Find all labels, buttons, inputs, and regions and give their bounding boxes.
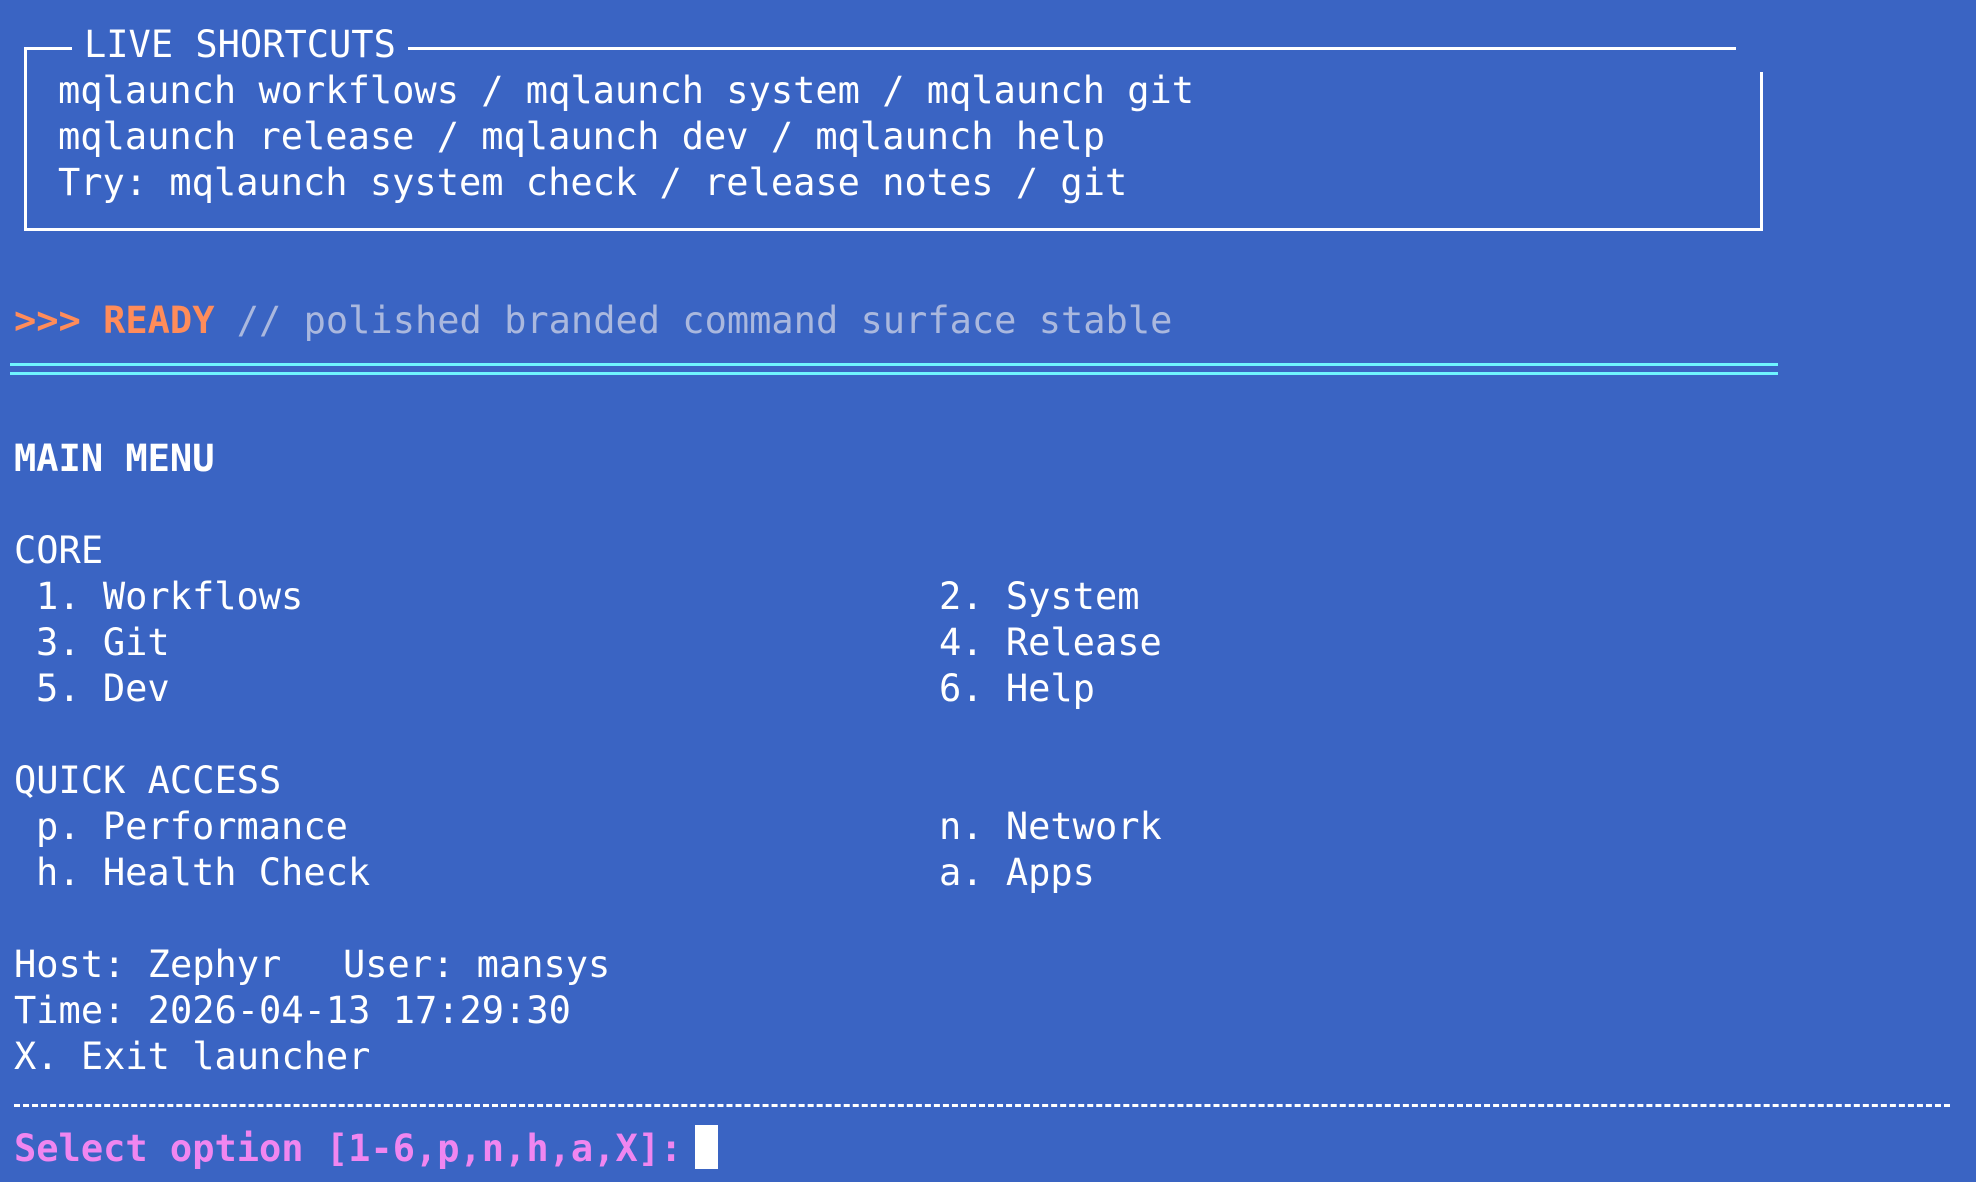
status-message: // polished branded command surface stab…: [236, 299, 1173, 342]
menu-item-exit[interactable]: X. Exit launcher: [14, 1034, 370, 1080]
status-word: READY: [103, 299, 215, 342]
time-value: 2026-04-13 17:29:30: [147, 989, 571, 1032]
menu-item-label: Exit launcher: [80, 1035, 371, 1078]
menu-item-dev[interactable]: 5. Dev: [36, 666, 170, 712]
menu-item-git[interactable]: 3. Git: [36, 620, 170, 666]
terminal-cursor[interactable]: [695, 1125, 718, 1169]
user-line: User: mansys: [343, 942, 610, 988]
menu-item-label: Network: [1005, 805, 1162, 848]
user-value: mansys: [476, 943, 611, 986]
menu-item-health-check[interactable]: h. Health Check: [36, 850, 370, 896]
menu-item-performance[interactable]: p. Performance: [36, 804, 348, 850]
menu-item-label: Workflows: [102, 575, 304, 618]
status-line: >>> READY // polished branded command su…: [14, 298, 1172, 344]
menu-item-network[interactable]: n. Network: [939, 804, 1162, 850]
quick-access-heading: QUICK ACCESS: [14, 759, 282, 802]
time-line: Time: 2026-04-13 17:29:30: [14, 988, 571, 1034]
menu-item-label: System: [1005, 575, 1140, 618]
menu-item-system[interactable]: 2. System: [939, 574, 1140, 620]
menu-item-help[interactable]: 6. Help: [939, 666, 1095, 712]
menu-item-release[interactable]: 4. Release: [939, 620, 1162, 666]
menu-item-label: Dev: [102, 667, 170, 710]
core-heading: CORE: [14, 529, 104, 572]
shortcuts-line-1: mqlaunch workflows / mqlaunch system / m…: [58, 69, 1195, 112]
menu-item-key: a.: [939, 851, 984, 894]
menu-item-key: 5.: [36, 667, 81, 710]
dashed-divider: [14, 1104, 1950, 1107]
menu-item-label: Git: [102, 621, 170, 664]
menu-item-key: p.: [36, 805, 81, 848]
menu-item-key: n.: [939, 805, 984, 848]
shortcuts-line-2: mqlaunch release / mqlaunch dev / mqlaun…: [58, 115, 1105, 158]
host-value: Zephyr: [147, 943, 282, 986]
double-divider: [10, 363, 1778, 375]
shortcuts-title: LIVE SHORTCUTS: [72, 22, 408, 68]
menu-item-label: Release: [1005, 621, 1162, 664]
menu-item-label: Apps: [1005, 851, 1095, 894]
menu-item-key: 3.: [36, 621, 81, 664]
menu-title: MAIN MENU: [14, 437, 215, 480]
menu-item-label: Performance: [102, 805, 348, 848]
menu-item-label: Help: [1005, 667, 1095, 710]
time-label: Time:: [14, 989, 126, 1032]
menu-item-workflows[interactable]: 1. Workflows: [36, 574, 303, 620]
select-prompt: Select option [1-6,p,n,h,a,X]:: [14, 1127, 683, 1170]
menu-item-key: 2.: [939, 575, 984, 618]
menu-item-key: X.: [14, 1035, 59, 1078]
menu-item-key: h.: [36, 851, 81, 894]
user-label: User:: [343, 943, 455, 986]
menu-item-apps[interactable]: a. Apps: [939, 850, 1095, 896]
menu-item-key: 1.: [36, 575, 81, 618]
menu-item-key: 6.: [939, 667, 984, 710]
menu-item-label: Health Check: [102, 851, 371, 894]
menu-item-key: 4.: [939, 621, 984, 664]
host-label: Host:: [14, 943, 126, 986]
shortcuts-line-3: Try: mqlaunch system check / release not…: [58, 161, 1128, 204]
status-prompt: >>>: [14, 299, 81, 342]
shortcuts-box-corner-gap: [1736, 40, 1764, 72]
host-line: Host: Zephyr: [14, 942, 281, 988]
